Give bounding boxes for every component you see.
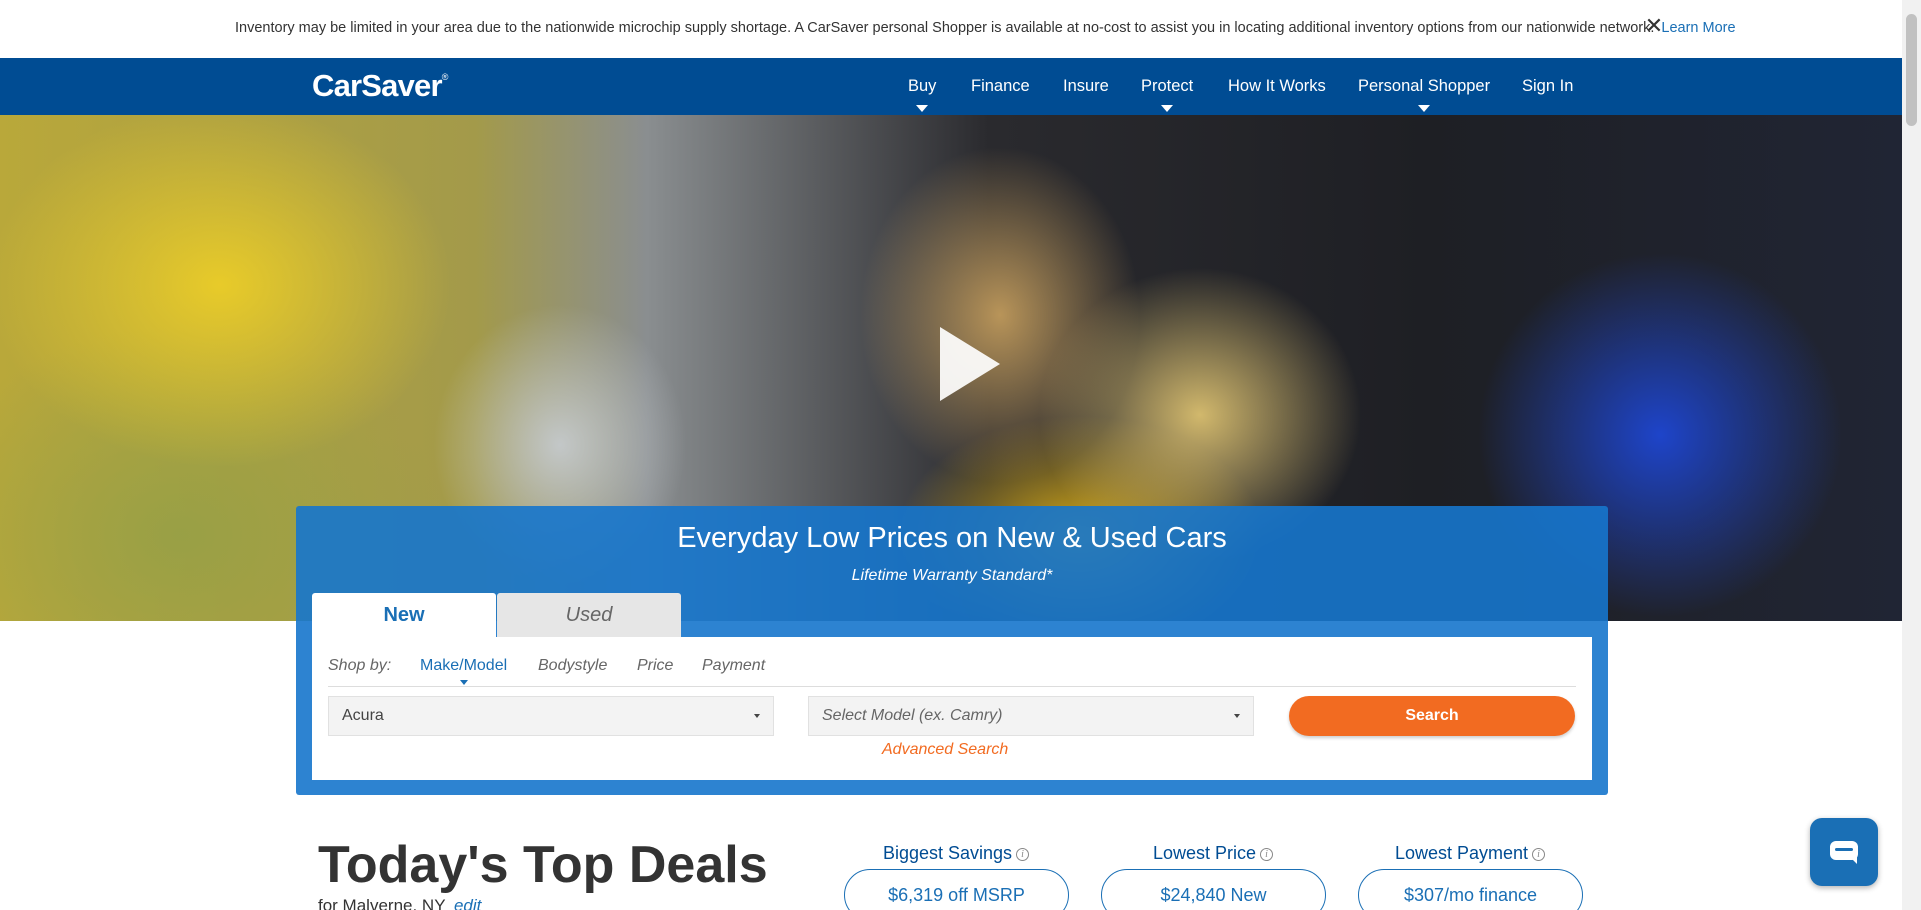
carsaver-logo[interactable]: CarSaver® <box>312 68 448 104</box>
shop-by-label: Shop by: <box>328 657 392 674</box>
deal-label-text: Biggest Savings <box>882 843 1013 863</box>
tab-new[interactable]: New <box>312 593 496 638</box>
nav-label: Finance <box>971 77 1030 95</box>
deal-lowest-price-button[interactable]: $24,840 New <box>1101 869 1326 910</box>
info-icon[interactable]: i <box>1532 847 1546 861</box>
chevron-down-icon <box>1161 105 1174 112</box>
make-select[interactable]: Acura <box>328 696 774 736</box>
page-scrollbar[interactable] <box>1902 0 1921 910</box>
deal-label-text: Lowest Payment <box>1394 843 1529 863</box>
deal-label-text: Lowest Price <box>1152 843 1257 863</box>
shop-by-make-model[interactable]: Make/Model <box>420 657 508 685</box>
nav-item-insure[interactable]: Insure <box>1063 77 1109 96</box>
deal-lowest-payment-button[interactable]: $307/mo finance <box>1358 869 1583 910</box>
chevron-down-icon <box>754 714 760 718</box>
nav-item-buy[interactable]: Buy <box>908 77 937 112</box>
chevron-down-icon <box>916 105 929 112</box>
deals-location: for Malverne, NY edit <box>318 896 481 910</box>
deal-label-lowest-payment: Lowest Payment i <box>1350 843 1590 864</box>
nav-label: Protect <box>1141 77 1194 95</box>
nav-label: Sign In <box>1522 77 1574 95</box>
search-card: Everyday Low Prices on New & Used Cars L… <box>296 506 1608 795</box>
chat-icon-tail <box>1850 857 1857 864</box>
tab-used[interactable]: Used <box>497 593 681 637</box>
nav-item-personal-shopper[interactable]: Personal Shopper <box>1358 77 1491 112</box>
main-navbar: CarSaver® Buy Finance Insure Protect How… <box>0 58 1902 115</box>
top-deals-title: Today's Top Deals <box>318 836 768 894</box>
info-icon[interactable]: i <box>1016 847 1030 861</box>
divider <box>328 686 1576 687</box>
nav-label: Personal Shopper <box>1358 77 1491 95</box>
deal-label-biggest-savings: Biggest Savings i <box>836 843 1076 864</box>
chat-button[interactable] <box>1810 818 1878 886</box>
scrollbar-thumb[interactable] <box>1906 14 1917 126</box>
nav-label: How It Works <box>1228 77 1326 95</box>
nav-item-how-it-works[interactable]: How It Works <box>1228 77 1326 96</box>
deals-location-text: for Malverne, NY <box>318 896 446 910</box>
model-select-placeholder: Select Model (ex. Camry) <box>822 707 1003 724</box>
nav-item-finance[interactable]: Finance <box>971 77 1030 96</box>
info-icon[interactable]: i <box>1260 847 1274 861</box>
registered-mark: ® <box>441 72 449 82</box>
play-icon[interactable] <box>940 327 1000 401</box>
search-headline: Everyday Low Prices on New & Used Cars <box>677 522 1227 554</box>
announcement-bar: Inventory may be limited in your area du… <box>0 0 1902 58</box>
nav-item-protect[interactable]: Protect <box>1141 77 1194 112</box>
announcement-message: Inventory may be limited in your area du… <box>235 20 1655 36</box>
make-select-value: Acura <box>342 707 384 724</box>
caret-down-icon <box>459 680 468 685</box>
logo-text: CarSaver <box>312 68 443 103</box>
nav-label: Buy <box>908 77 937 95</box>
chevron-down-icon <box>1234 714 1240 718</box>
shop-by-payment[interactable]: Payment <box>702 657 765 675</box>
deal-label-lowest-price: Lowest Price i <box>1093 843 1333 864</box>
nav-label: Insure <box>1063 77 1109 95</box>
shop-by-bodystyle[interactable]: Bodystyle <box>538 657 607 675</box>
search-subhead: Lifetime Warranty Standard* <box>851 567 1053 584</box>
advanced-search-link[interactable]: Advanced Search <box>882 741 1008 759</box>
chevron-down-icon <box>1418 105 1431 112</box>
shop-by-price[interactable]: Price <box>637 657 673 675</box>
edit-location-link[interactable]: edit <box>454 896 481 910</box>
search-button[interactable]: Search <box>1289 696 1575 736</box>
model-select[interactable]: Select Model (ex. Camry) <box>808 696 1254 736</box>
close-icon[interactable]: ✕ <box>1644 14 1664 38</box>
nav-item-sign-in[interactable]: Sign In <box>1522 77 1573 96</box>
shop-by-option-label: Make/Model <box>420 657 508 674</box>
announcement-text-wrap: Inventory may be limited in your area du… <box>235 20 1736 36</box>
learn-more-link[interactable]: Learn More <box>1661 20 1735 36</box>
deal-biggest-savings-button[interactable]: $6,319 off MSRP <box>844 869 1069 910</box>
search-panel: Shop by: Make/Model Bodystyle Price Paym… <box>312 637 1592 780</box>
